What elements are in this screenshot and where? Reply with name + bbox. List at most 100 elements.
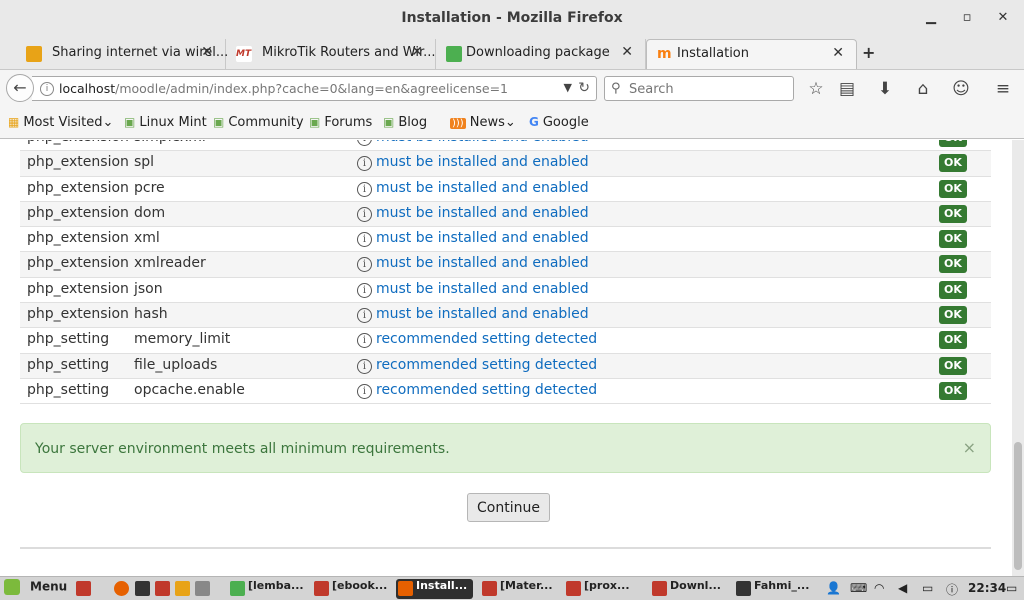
reading-list-icon[interactable]: ▤ bbox=[836, 79, 858, 99]
requirement-status-link[interactable]: must be installed and enabled bbox=[376, 281, 589, 297]
requirement-status-link[interactable]: recommended setting detected bbox=[376, 331, 597, 347]
taskbar-task[interactable]: [prox... bbox=[564, 579, 630, 599]
requirement-status-link[interactable]: must be installed and enabled bbox=[376, 140, 589, 145]
close-tab-icon[interactable]: ✕ bbox=[621, 44, 633, 60]
table-row: php_extension xml i must be installed and e… bbox=[20, 227, 991, 253]
info-icon[interactable]: i bbox=[357, 257, 372, 273]
close-tab-icon[interactable]: ✕ bbox=[201, 44, 213, 60]
reload-icon[interactable]: ↻ bbox=[578, 80, 590, 96]
battery-icon[interactable]: ▭ bbox=[922, 581, 933, 595]
info-icon[interactable]: i bbox=[357, 206, 372, 222]
close-window-button[interactable]: ✕ bbox=[992, 8, 1014, 28]
new-tab-button[interactable]: + bbox=[862, 43, 875, 62]
requirement-status-link[interactable]: must be installed and enabled bbox=[376, 255, 589, 271]
tab-mikrotik[interactable]: MT MikroTik Routers and Wir... ✕ bbox=[226, 39, 436, 69]
alert-close-icon[interactable]: × bbox=[963, 438, 976, 457]
taskbar-task[interactable]: [lemba... bbox=[228, 579, 304, 599]
bookmark-blog[interactable]: ▣ Blog bbox=[383, 115, 427, 130]
status-badge: OK bbox=[939, 356, 967, 375]
close-tab-icon[interactable]: ✕ bbox=[411, 44, 423, 60]
search-box[interactable]: ⚲ bbox=[604, 76, 794, 101]
taskbar-task[interactable]: Fahmi_... bbox=[734, 579, 809, 599]
requirement-name: dom bbox=[134, 204, 166, 221]
mint-menu-icon bbox=[4, 579, 20, 595]
taskbar-task[interactable]: Install... bbox=[396, 579, 474, 599]
requirement-type: php_extension bbox=[27, 306, 129, 323]
info-icon[interactable]: i bbox=[357, 383, 372, 399]
site-info-icon[interactable]: i bbox=[40, 82, 54, 96]
bookmark-community[interactable]: ▣ Community bbox=[213, 115, 304, 130]
url-dropdown-icon[interactable]: ▼ bbox=[564, 81, 572, 94]
taskbar-task[interactable]: Downl... bbox=[650, 579, 721, 599]
info-icon[interactable]: i bbox=[357, 140, 372, 146]
firefox-launcher-icon[interactable] bbox=[114, 581, 129, 596]
requirement-status-link[interactable]: must be installed and enabled bbox=[376, 230, 589, 246]
maximize-button[interactable]: ▫ bbox=[956, 8, 978, 28]
app-icon bbox=[230, 581, 245, 596]
info-icon[interactable]: i bbox=[357, 156, 372, 172]
close-tab-icon[interactable]: ✕ bbox=[832, 45, 844, 61]
bookmark-google[interactable]: G Google bbox=[529, 115, 589, 130]
bookmark-linux-mint[interactable]: ▣ Linux Mint bbox=[124, 115, 207, 130]
requirement-status-link[interactable]: recommended setting detected bbox=[376, 382, 597, 398]
taskbar: Menu [lemba... [ebook... Install... [Mater.… bbox=[0, 576, 1024, 600]
alert-message: Your server environment meets all minimu… bbox=[35, 441, 450, 457]
info-icon[interactable]: i bbox=[357, 282, 372, 298]
requirement-status-link[interactable]: recommended setting detected bbox=[376, 357, 597, 373]
tab-sharing-internet[interactable]: Sharing internet via wirel... ✕ bbox=[16, 39, 228, 69]
chat-icon[interactable]: ☺ bbox=[950, 79, 972, 99]
folder-launcher-icon[interactable] bbox=[175, 581, 190, 596]
requirement-name: json bbox=[134, 280, 163, 297]
continue-button[interactable]: Continue bbox=[467, 493, 550, 522]
requirement-type: php_extension bbox=[27, 230, 129, 247]
downloads-icon[interactable]: ⬇ bbox=[874, 79, 896, 99]
requirement-name: memory_limit bbox=[134, 331, 231, 348]
scrollbar-thumb[interactable] bbox=[1014, 442, 1022, 570]
minimize-button[interactable]: ▁ bbox=[920, 8, 942, 28]
status-badge: OK bbox=[939, 230, 967, 249]
requirement-status-link[interactable]: must be installed and enabled bbox=[376, 154, 589, 170]
app-icon bbox=[398, 581, 413, 596]
info-icon[interactable]: i bbox=[357, 232, 372, 248]
requirement-name: opcache.enable bbox=[134, 381, 245, 398]
info-icon[interactable]: i bbox=[357, 308, 372, 324]
power-icon[interactable]: ▭ bbox=[1006, 581, 1017, 595]
keyboard-icon[interactable]: ⌨ bbox=[850, 581, 867, 595]
app-icon bbox=[736, 581, 751, 596]
page-scrollbar[interactable] bbox=[1012, 140, 1024, 576]
requirement-status-link[interactable]: must be installed and enabled bbox=[376, 306, 589, 322]
update-icon[interactable]: ⓘ bbox=[946, 581, 958, 598]
volume-icon[interactable]: ◀ bbox=[898, 581, 907, 595]
network-icon[interactable]: ◠ bbox=[874, 581, 884, 595]
bookmark-news[interactable]: ))) News⌄ bbox=[450, 115, 516, 130]
screenshot-launcher-icon[interactable] bbox=[195, 581, 210, 596]
url-bar[interactable]: i localhost/moodle/admin/index.php?cache… bbox=[32, 76, 597, 101]
start-menu-button[interactable]: Menu bbox=[4, 579, 67, 599]
moodle-icon: m bbox=[657, 46, 672, 62]
requirement-type: php_extension bbox=[27, 179, 129, 196]
task-label: [ebook... bbox=[332, 579, 388, 592]
info-icon[interactable]: i bbox=[357, 333, 372, 349]
hamburger-menu-icon[interactable]: ≡ bbox=[992, 79, 1014, 99]
search-input[interactable] bbox=[629, 80, 789, 98]
tab-label: Installation bbox=[677, 46, 750, 61]
home-icon[interactable]: ⌂ bbox=[912, 79, 934, 99]
taskbar-task[interactable]: [Mater... bbox=[480, 579, 553, 599]
requirement-status-link[interactable]: must be installed and enabled bbox=[376, 180, 589, 196]
taskbar-task[interactable]: [ebook... bbox=[312, 579, 387, 599]
tab-installation[interactable]: m Installation ✕ bbox=[646, 39, 857, 69]
user-icon[interactable]: 👤 bbox=[826, 581, 841, 595]
terminal-launcher-icon[interactable] bbox=[135, 581, 150, 596]
requirement-name: xmlreader bbox=[134, 255, 206, 272]
bookmark-forums[interactable]: ▣ Forums bbox=[309, 115, 372, 130]
status-badge: OK bbox=[939, 154, 967, 173]
back-button[interactable]: ← bbox=[6, 74, 34, 102]
tab-downloading-package[interactable]: Downloading package ✕ bbox=[436, 39, 646, 69]
bookmark-star-icon[interactable]: ☆ bbox=[805, 79, 827, 99]
info-icon[interactable]: i bbox=[357, 181, 372, 197]
files-launcher-icon[interactable] bbox=[155, 581, 170, 596]
info-icon[interactable]: i bbox=[357, 358, 372, 374]
bookmark-most-visited[interactable]: ▦ Most Visited⌄ bbox=[8, 115, 113, 130]
requirement-status-link[interactable]: must be installed and enabled bbox=[376, 205, 589, 221]
show-desktop-icon[interactable] bbox=[76, 581, 91, 596]
